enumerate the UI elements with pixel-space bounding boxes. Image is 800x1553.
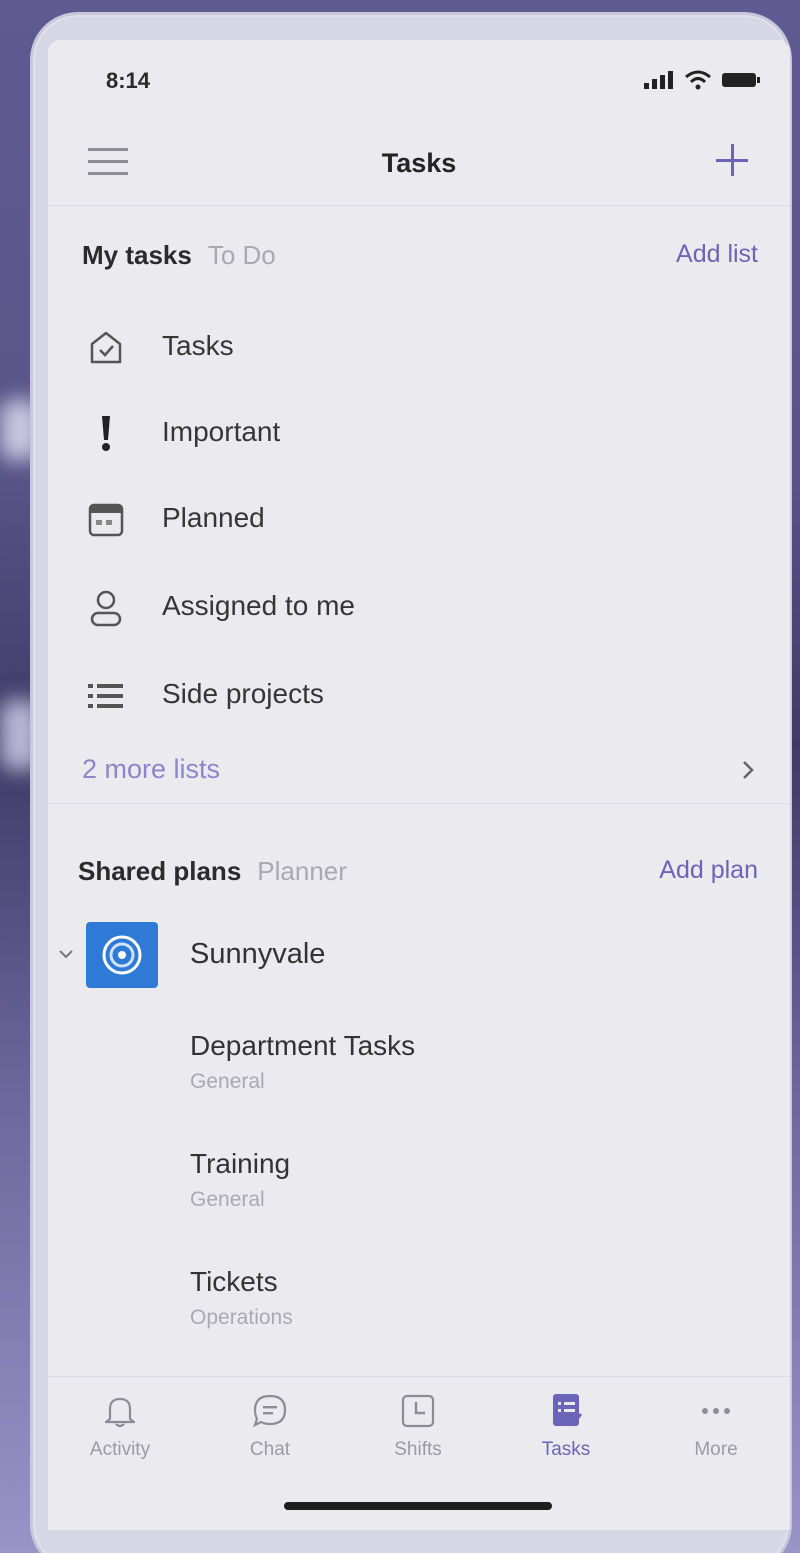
tab-label: Activity — [89, 1439, 151, 1460]
status-icons — [644, 70, 760, 90]
status-bar: 8:14 — [48, 40, 790, 120]
more-lists-label: 2 more lists — [82, 754, 221, 784]
plan-name: Tickets — [190, 1266, 278, 1297]
list-item-planned[interactable]: Planned — [48, 488, 790, 558]
clock-icon — [398, 1391, 438, 1431]
list-icon — [84, 674, 128, 718]
shared-plans-subtitle: Planner — [257, 856, 347, 886]
list-item-label: Tasks — [162, 330, 234, 361]
list-item-tasks[interactable]: Tasks — [48, 316, 790, 386]
my-tasks-subtitle: To Do — [207, 240, 276, 270]
caret-down-icon[interactable] — [58, 948, 74, 960]
wifi-icon — [685, 70, 711, 90]
tab-label: Chat — [249, 1439, 291, 1460]
add-plan-button[interactable]: Add plan — [659, 856, 758, 885]
swirl-logo-icon — [102, 935, 142, 975]
plan-team: Operations — [190, 1306, 293, 1329]
list-item-assigned-to-me[interactable]: Assigned to me — [48, 576, 790, 646]
list-item-side-projects[interactable]: Side projects — [48, 664, 790, 734]
plan-team: General — [190, 1070, 265, 1093]
tab-shifts[interactable]: Shifts — [348, 1391, 488, 1471]
tab-tasks[interactable]: Tasks — [496, 1391, 636, 1471]
battery-icon — [722, 73, 760, 87]
list-item-important[interactable]: Important — [48, 402, 790, 472]
tab-chat[interactable]: Chat — [200, 1391, 340, 1471]
tab-label: Shifts — [394, 1439, 442, 1460]
shared-plans-label: Shared plans — [78, 856, 242, 886]
add-icon[interactable] — [712, 140, 752, 180]
list-item-label: Assigned to me — [162, 590, 355, 621]
house-check-icon — [84, 326, 128, 370]
my-tasks-header: My tasks To Do Add list — [48, 240, 790, 290]
person-icon — [84, 586, 128, 630]
my-tasks-title: My tasks To Do — [82, 240, 276, 271]
plan-item[interactable]: Department Tasks General — [48, 1030, 790, 1130]
home-indicator — [284, 1502, 552, 1510]
page-title: Tasks — [381, 148, 457, 178]
my-tasks-label: My tasks — [82, 240, 192, 270]
more-icon — [696, 1391, 736, 1431]
add-list-button[interactable]: Add list — [676, 240, 758, 269]
tab-more[interactable]: More — [646, 1391, 786, 1471]
list-item-label: Important — [162, 416, 281, 447]
exclamation-icon — [84, 412, 128, 456]
tab-label: Tasks — [541, 1439, 591, 1460]
plan-name: Training — [190, 1148, 291, 1179]
status-time: 8:14 — [106, 68, 151, 93]
list-item-label: Planned — [162, 502, 265, 533]
tasks-icon — [546, 1391, 586, 1431]
signal-icon — [644, 71, 673, 89]
plan-name: Department Tasks — [190, 1030, 416, 1061]
shared-plans-header: Shared plans Planner Add plan — [48, 856, 790, 906]
plan-item[interactable]: Training General — [48, 1148, 790, 1248]
phone-screen: 8:14 Tasks My tasks To Do Add list Tasks… — [48, 40, 790, 1530]
more-lists-link[interactable]: 2 more lists — [48, 740, 790, 804]
app-header: Tasks — [48, 120, 790, 206]
tab-activity[interactable]: Activity — [50, 1391, 190, 1471]
chat-icon — [250, 1391, 290, 1431]
list-item-label: Side projects — [162, 678, 324, 709]
plan-group-sunnyvale[interactable]: Sunnyvale — [48, 918, 790, 998]
shared-plans-title: Shared plans Planner — [78, 856, 347, 887]
calendar-icon — [84, 498, 128, 542]
chevron-right-icon — [743, 761, 754, 779]
plan-team: General — [190, 1188, 265, 1211]
tab-label: More — [694, 1439, 738, 1460]
plan-avatar — [86, 922, 158, 988]
bell-icon — [100, 1391, 140, 1431]
plan-group-name: Sunnyvale — [190, 938, 326, 970]
plan-item[interactable]: Tickets Operations — [48, 1266, 790, 1366]
